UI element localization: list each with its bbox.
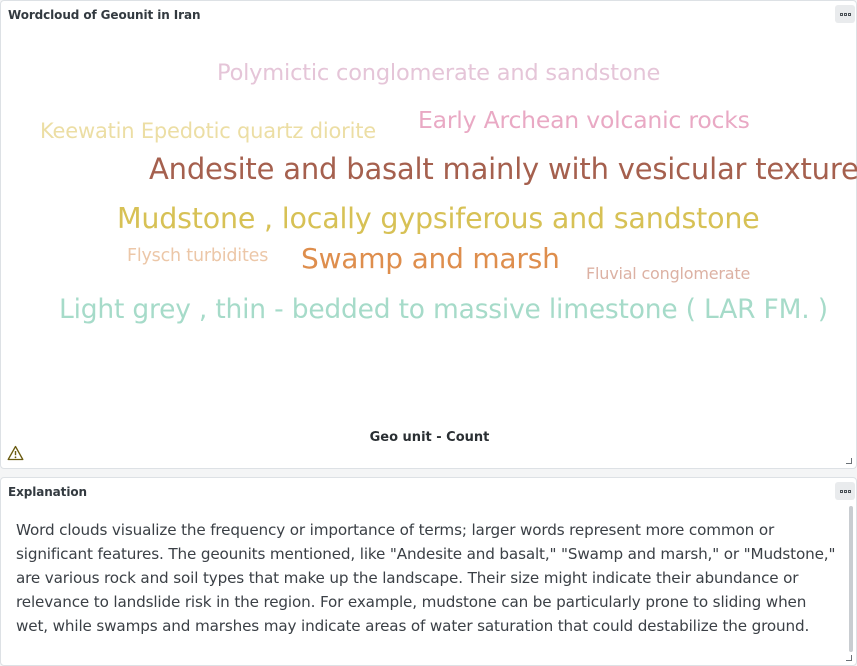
wordcloud-panel: Wordcloud of Geounit in Iran Polymictic …: [0, 0, 857, 469]
cloud-word-andesite[interactable]: Andesite and basalt mainly with vesicula…: [149, 155, 857, 184]
more-options-icon[interactable]: [835, 5, 855, 23]
chart-measure-label: Geo unit - Count: [369, 430, 490, 445]
cloud-word-flysch[interactable]: Flysch turbidites: [127, 247, 268, 266]
cloud-word-keewatin[interactable]: Keewatin Epedotic quartz diorite: [40, 121, 376, 142]
scrollbar[interactable]: [849, 506, 853, 652]
cloud-word-swamp[interactable]: Swamp and marsh: [301, 245, 560, 273]
explanation-panel: Explanation Word clouds visualize the fr…: [0, 477, 857, 666]
cloud-word-early-archean[interactable]: Early Archean volcanic rocks: [418, 108, 750, 133]
resize-handle-icon[interactable]: [846, 655, 852, 661]
more-options-icon[interactable]: [835, 482, 855, 500]
wordcloud-panel-title: Wordcloud of Geounit in Iran: [8, 8, 201, 22]
explanation-panel-title: Explanation: [8, 485, 87, 499]
explanation-text: Word clouds visualize the frequency or i…: [16, 521, 836, 635]
cloud-word-light-grey[interactable]: Light grey , thin - bedded to massive li…: [59, 296, 828, 324]
cloud-word-polymictic[interactable]: Polymictic conglomerate and sandstone: [217, 62, 660, 85]
warning-triangle-icon[interactable]: [7, 445, 24, 461]
cloud-word-mudstone[interactable]: Mudstone , locally gypsiferous and sands…: [117, 204, 760, 234]
cloud-word-fluvial[interactable]: Fluvial conglomerate: [586, 266, 750, 282]
resize-handle-icon[interactable]: [846, 458, 852, 464]
